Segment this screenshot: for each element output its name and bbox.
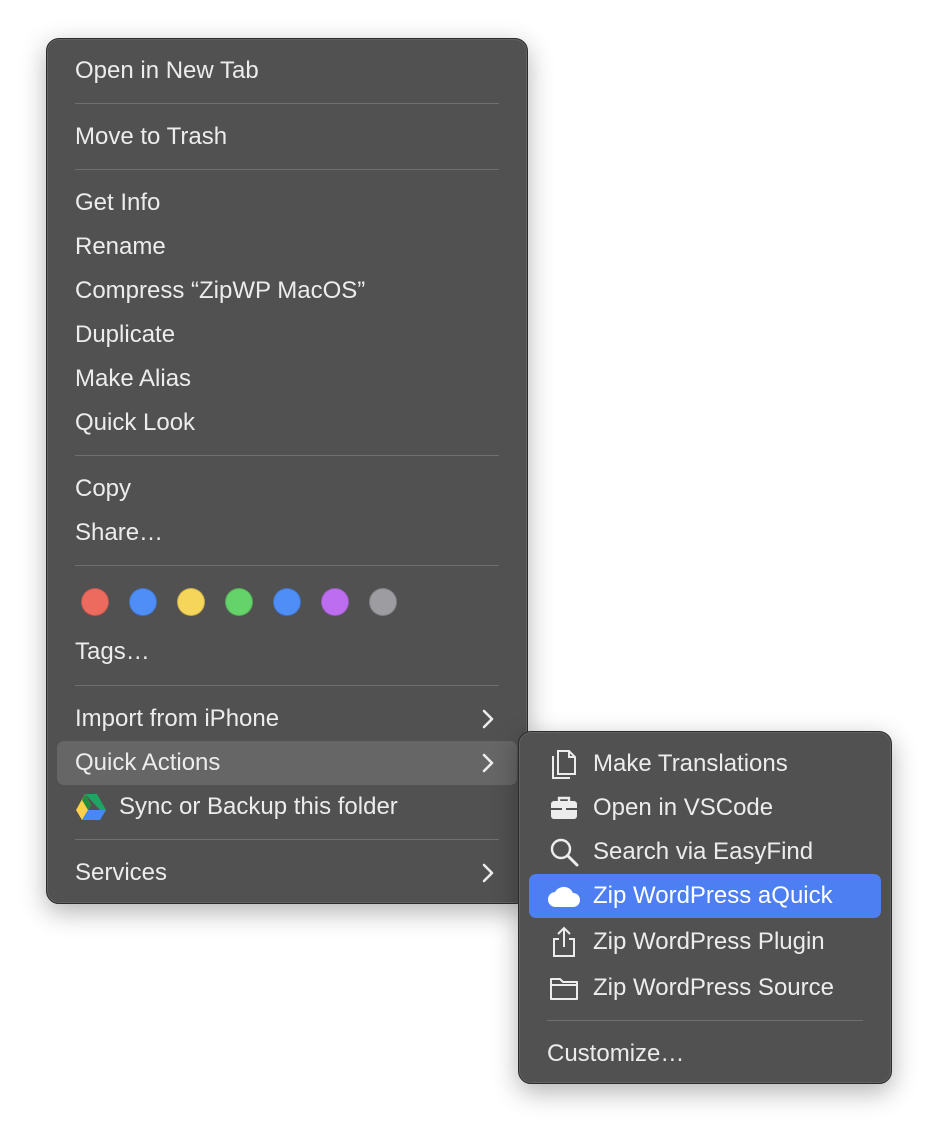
- submenu-item-zip-source[interactable]: Zip WordPress Source: [529, 966, 881, 1010]
- cloud-icon: [547, 879, 581, 913]
- submenu-item-zip-aquick[interactable]: Zip WordPress aQuick: [529, 874, 881, 918]
- folder-icon: [547, 971, 581, 1005]
- menu-item-rename[interactable]: Rename: [57, 225, 517, 269]
- menu-item-label: Compress “ZipWP MacOS”: [75, 277, 366, 304]
- menu-separator: [75, 839, 499, 840]
- share-icon: [547, 925, 581, 959]
- menu-item-label: Copy: [75, 475, 132, 502]
- submenu-item-label: Search via EasyFind: [593, 838, 814, 865]
- chevron-right-icon: [482, 753, 494, 773]
- menu-item-open-new-tab[interactable]: Open in New Tab: [57, 49, 517, 93]
- briefcase-icon: [547, 791, 581, 825]
- submenu-item-label: Zip WordPress Plugin: [593, 928, 825, 955]
- menu-item-label: Open in New Tab: [75, 57, 259, 84]
- menu-item-share[interactable]: Share…: [57, 511, 517, 555]
- submenu-item-label: Zip WordPress aQuick: [593, 882, 833, 909]
- menu-item-duplicate[interactable]: Duplicate: [57, 313, 517, 357]
- menu-item-compress[interactable]: Compress “ZipWP MacOS”: [57, 269, 517, 313]
- menu-separator: [75, 169, 499, 170]
- menu-item-label: Quick Look: [75, 409, 196, 436]
- menu-item-import-iphone[interactable]: Import from iPhone: [57, 697, 517, 741]
- menu-separator: [75, 685, 499, 686]
- menu-item-label: Quick Actions: [75, 749, 221, 776]
- submenu-item-open-vscode[interactable]: Open in VSCode: [529, 786, 881, 830]
- tag-green[interactable]: [225, 588, 253, 616]
- submenu-item-label: Customize…: [547, 1040, 685, 1067]
- menu-item-label: Import from iPhone: [75, 705, 280, 732]
- tag-red[interactable]: [81, 588, 109, 616]
- google-drive-icon: [76, 794, 106, 820]
- submenu-item-search-easyfind[interactable]: Search via EasyFind: [529, 830, 881, 874]
- menu-item-quick-actions[interactable]: Quick Actions: [57, 741, 517, 785]
- tag-blue-2[interactable]: [273, 588, 301, 616]
- context-menu: Open in New Tab Move to Trash Get Info R…: [46, 38, 528, 904]
- tag-color-row: [81, 585, 397, 619]
- submenu-item-customize[interactable]: Customize…: [529, 1032, 881, 1076]
- menu-item-make-alias[interactable]: Make Alias: [57, 357, 517, 401]
- submenu-item-label: Open in VSCode: [593, 794, 774, 821]
- tag-yellow[interactable]: [177, 588, 205, 616]
- submenu-item-label: Zip WordPress Source: [593, 974, 834, 1001]
- tag-blue[interactable]: [129, 588, 157, 616]
- menu-item-copy[interactable]: Copy: [57, 467, 517, 511]
- menu-item-label: Get Info: [75, 189, 161, 216]
- menu-separator: [75, 455, 499, 456]
- tag-purple[interactable]: [321, 588, 349, 616]
- menu-item-label: Make Alias: [75, 365, 192, 392]
- magnifier-icon: [547, 835, 581, 869]
- documents-icon: [547, 747, 581, 781]
- menu-item-services[interactable]: Services: [57, 851, 517, 895]
- menu-item-sync-backup[interactable]: Sync or Backup this folder: [57, 785, 517, 829]
- menu-item-label: Move to Trash: [75, 123, 228, 150]
- chevron-right-icon: [482, 709, 494, 729]
- menu-separator: [75, 565, 499, 566]
- quick-actions-submenu: Make Translations Open in VSCode Search …: [518, 731, 892, 1084]
- menu-item-quick-look[interactable]: Quick Look: [57, 401, 517, 445]
- menu-item-label: Sync or Backup this folder: [119, 793, 398, 820]
- tag-gray[interactable]: [369, 588, 397, 616]
- menu-separator: [75, 103, 499, 104]
- menu-item-move-to-trash[interactable]: Move to Trash: [57, 115, 517, 159]
- submenu-item-make-translations[interactable]: Make Translations: [529, 742, 881, 786]
- menu-item-label: Services: [75, 859, 168, 886]
- submenu-item-zip-plugin[interactable]: Zip WordPress Plugin: [529, 920, 881, 964]
- menu-separator: [547, 1020, 863, 1021]
- submenu-item-label: Make Translations: [593, 750, 788, 777]
- menu-item-label: Tags…: [75, 638, 150, 665]
- menu-item-get-info[interactable]: Get Info: [57, 181, 517, 225]
- menu-item-label: Share…: [75, 519, 164, 546]
- menu-item-label: Rename: [75, 233, 166, 260]
- menu-item-tags[interactable]: Tags…: [57, 630, 517, 674]
- menu-item-label: Duplicate: [75, 321, 176, 348]
- chevron-right-icon: [482, 863, 494, 883]
